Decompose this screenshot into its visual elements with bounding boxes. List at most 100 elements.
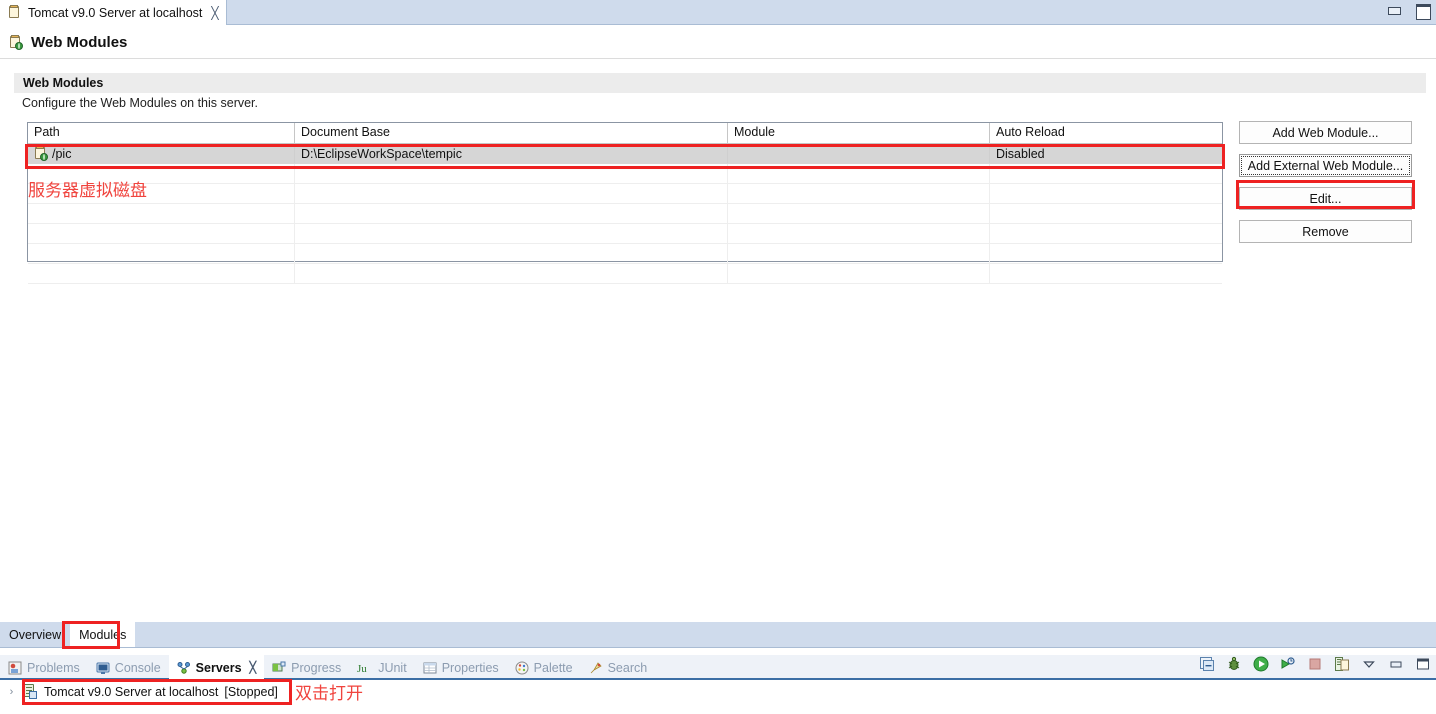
page-title: Web Modules [31, 33, 128, 51]
table-header-row: Path Document Base Module Auto Reload [28, 123, 1222, 144]
section-description: Configure the Web Modules on this server… [22, 96, 259, 110]
cell-document-base-empty [295, 204, 728, 223]
tab-console-label: Console [114, 660, 161, 675]
close-icon[interactable]: ╳ [250, 661, 257, 674]
cell-module-empty [728, 164, 990, 183]
server-tree-row[interactable]: › Tomcat v9.0 Server at localhost [Stopp… [6, 684, 278, 699]
form-header: Web Modules [0, 26, 1436, 59]
column-header-auto-reload[interactable]: Auto Reload [990, 123, 1222, 143]
table-row-empty[interactable] [28, 264, 1222, 284]
publish-icon[interactable] [1334, 656, 1350, 672]
editor-tab-label: Tomcat v9.0 Server at localhost [28, 5, 203, 20]
table-body: /pic D:\EclipseWorkSpace\tempic Disabled [28, 144, 1222, 284]
maximize-icon[interactable] [1414, 3, 1431, 20]
tab-properties-label: Properties [441, 660, 499, 675]
annotation-virtual-disk: 服务器虚拟磁盘 [28, 181, 147, 201]
server-editor-icon [8, 5, 23, 20]
cell-path-empty [28, 204, 295, 223]
svg-text:Ju: Ju [357, 663, 367, 675]
editor-page-tabs: Overview Modules [0, 622, 1436, 648]
maximize-view-icon[interactable] [1415, 656, 1431, 672]
cell-document-base-empty [295, 164, 728, 183]
cell-path-label: /pic [52, 146, 72, 161]
cell-module-empty [728, 264, 990, 283]
editor-tab-bar: Tomcat v9.0 Server at localhost ╳ [0, 0, 1436, 25]
servers-view: › Tomcat v9.0 Server at localhost [Stopp… [0, 681, 1436, 714]
profile-icon[interactable] [1280, 656, 1296, 672]
table-row[interactable]: /pic D:\EclipseWorkSpace\tempic Disabled [28, 144, 1222, 164]
tab-servers-label: Servers [195, 660, 242, 675]
table-row-empty[interactable] [28, 224, 1222, 244]
cell-module [728, 144, 990, 163]
tab-modules[interactable]: Modules [70, 622, 136, 647]
section-header: Web Modules [14, 73, 1426, 93]
cell-document-base-empty [295, 244, 728, 263]
tab-overview[interactable]: Overview [0, 622, 70, 647]
view-menu-icon[interactable] [1361, 656, 1377, 672]
cell-document-base: D:\EclipseWorkSpace\tempic [295, 144, 728, 163]
column-header-path[interactable]: Path [28, 123, 295, 143]
module-actions: Add Web Module... Add External Web Modul… [1239, 121, 1412, 243]
servers-icon [177, 661, 190, 674]
cell-module-empty [728, 184, 990, 203]
cell-module-empty [728, 224, 990, 243]
cell-document-base-empty [295, 264, 728, 283]
minimize-view-icon[interactable] [1388, 656, 1404, 672]
annotation-double-click: 双击打开 [295, 684, 363, 704]
cell-auto-reload-empty [990, 204, 1222, 223]
tab-junit[interactable]: Ju JUnit [349, 655, 414, 680]
tab-palette[interactable]: Palette [507, 655, 581, 680]
palette-icon [515, 661, 529, 674]
column-header-module[interactable]: Module [728, 123, 990, 143]
progress-icon [272, 661, 286, 671]
tab-palette-label: Palette [533, 660, 573, 675]
start-icon[interactable] [1253, 656, 1269, 672]
debug-icon[interactable] [1226, 656, 1242, 672]
cell-path-empty [28, 264, 295, 283]
problems-icon [8, 661, 22, 674]
section-title: Web Modules [23, 76, 104, 90]
tab-console[interactable]: Console [88, 655, 169, 680]
search-icon [590, 661, 602, 673]
server-name-label: Tomcat v9.0 Server at localhost [44, 684, 219, 699]
tab-problems[interactable]: Problems [0, 655, 88, 680]
cell-auto-reload-empty [990, 264, 1222, 283]
minimize-icon[interactable] [1386, 3, 1402, 17]
column-header-document-base[interactable]: Document Base [295, 123, 728, 143]
table-row-empty[interactable] [28, 204, 1222, 224]
chevron-right-icon[interactable]: › [6, 686, 17, 698]
cell-path-empty [28, 224, 295, 243]
cell-path: /pic [28, 144, 295, 163]
cell-auto-reload-empty [990, 184, 1222, 203]
cell-document-base-label: D:\EclipseWorkSpace\tempic [301, 146, 462, 161]
web-modules-icon [9, 34, 24, 50]
properties-icon [423, 662, 437, 673]
cell-module-empty [728, 244, 990, 263]
tab-search[interactable]: Search [581, 655, 656, 680]
table-row-empty[interactable] [28, 184, 1222, 204]
edit-button[interactable]: Edit... [1239, 187, 1412, 210]
remove-button[interactable]: Remove [1239, 220, 1412, 243]
cell-document-base-empty [295, 224, 728, 243]
tab-search-label: Search [607, 660, 648, 675]
console-icon [96, 662, 110, 674]
cell-auto-reload-empty [990, 244, 1222, 263]
tab-problems-label: Problems [27, 660, 80, 675]
cell-document-base-empty [295, 184, 728, 203]
close-icon[interactable]: ╳ [211, 7, 218, 19]
collapse-all-icon[interactable] [1199, 656, 1215, 672]
tab-properties[interactable]: Properties [415, 655, 507, 680]
table-row-empty[interactable] [28, 164, 1222, 184]
table-row-empty[interactable] [28, 244, 1222, 264]
add-web-module-button[interactable]: Add Web Module... [1239, 121, 1412, 144]
tab-servers[interactable]: Servers ╳ [168, 655, 265, 680]
cell-auto-reload: Disabled [990, 144, 1222, 163]
view-toolbar [1199, 656, 1431, 672]
stop-icon[interactable] [1307, 656, 1323, 672]
editor-tab-tomcat-server[interactable]: Tomcat v9.0 Server at localhost ╳ [0, 0, 227, 25]
add-external-web-module-button[interactable]: Add External Web Module... [1239, 154, 1412, 177]
tab-progress[interactable]: Progress [264, 655, 349, 680]
web-modules-table[interactable]: Path Document Base Module Auto Reload /p… [27, 122, 1223, 284]
server-status-label: [Stopped] [224, 684, 278, 699]
tab-junit-label: JUnit [378, 660, 407, 675]
